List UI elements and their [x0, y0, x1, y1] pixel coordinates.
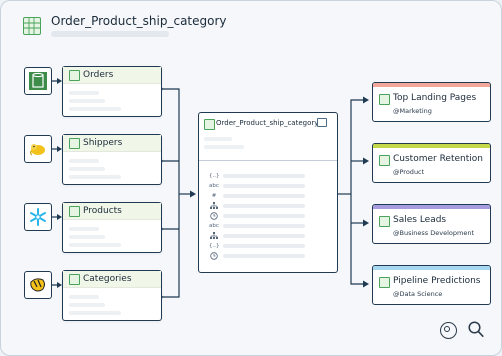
source-table-name: Products [83, 206, 122, 216]
lineage-canvas: Order_Product_ship_category Orders Shipp… [0, 0, 502, 356]
string-type-icon: abc [209, 183, 219, 189]
placeholder-line [69, 175, 121, 179]
table-icon [69, 138, 80, 149]
target-icon[interactable] [440, 322, 457, 339]
downstream-owner: @Product [393, 168, 425, 176]
search-icon[interactable] [468, 321, 484, 338]
card-accent-band [373, 144, 490, 148]
aws-redshift-icon[interactable] [24, 67, 52, 95]
downstream-title: Pipeline Predictions [393, 276, 481, 286]
downstream-title: Top Landing Pages [393, 93, 477, 103]
source-table-card[interactable]: Shippers [62, 134, 162, 185]
field-row [223, 224, 305, 228]
table-icon [69, 206, 80, 217]
source-table-card[interactable]: Products [62, 202, 162, 253]
table-icon [379, 94, 390, 105]
downstream-owner: @Marketing [393, 107, 432, 115]
field-row [223, 244, 305, 248]
sql-badge-icon[interactable] [317, 118, 327, 127]
source-table-name: Shippers [83, 138, 123, 148]
downstream-card[interactable]: Sales Leads @Business Development [372, 204, 491, 244]
table-icon [379, 216, 390, 227]
downstream-title: Customer Retention [393, 154, 483, 164]
placeholder-line [69, 107, 121, 111]
table-icon [204, 119, 215, 130]
object-type-icon: {..} [209, 243, 220, 249]
placeholder-line [69, 227, 99, 231]
placeholder-line [69, 311, 121, 315]
downstream-title: Sales Leads [393, 215, 447, 225]
placeholder-line [69, 295, 99, 299]
placeholder-line [69, 235, 105, 239]
downstream-card[interactable]: Customer Retention @Product [372, 143, 491, 183]
hadoop-elephant-icon[interactable] [24, 135, 52, 163]
downstream-owner: @Data Science [393, 290, 443, 298]
string-type-icon: abc [209, 223, 219, 229]
hierarchy-icon [209, 232, 219, 243]
field-row [223, 234, 305, 238]
hive-bee-icon[interactable] [24, 271, 52, 299]
field-row [223, 184, 305, 188]
placeholder-line [69, 99, 105, 103]
snowflake-icon[interactable] [24, 203, 52, 231]
downstream-card[interactable]: Top Landing Pages @Marketing [372, 82, 491, 122]
source-table-card[interactable]: Categories [62, 270, 162, 321]
table-icon [69, 70, 80, 81]
field-row [223, 194, 305, 198]
table-icon [379, 277, 390, 288]
downstream-card[interactable]: Pipeline Predictions @Data Science [372, 265, 491, 305]
divider [199, 160, 337, 161]
placeholder-line [69, 91, 99, 95]
placeholder-line [69, 243, 121, 247]
field-row [223, 214, 305, 218]
card-accent-band [373, 266, 490, 270]
object-type-icon: {..} [209, 173, 220, 179]
placeholder-line [204, 137, 232, 141]
source-table-name: Orders [83, 70, 114, 80]
table-icon [69, 274, 80, 285]
downstream-owner: @Business Development [393, 229, 474, 237]
placeholder-line [69, 159, 99, 163]
clock-icon [209, 252, 219, 263]
clock-icon [209, 212, 219, 223]
placeholder-line [69, 303, 105, 307]
field-row [223, 254, 305, 258]
field-row [223, 204, 305, 208]
placeholder-line [69, 167, 105, 171]
field-row [223, 174, 305, 178]
number-type-icon: # [211, 193, 217, 199]
card-accent-band [373, 205, 490, 209]
table-icon [379, 155, 390, 166]
target-table-name: Order_Product_ship_category [216, 119, 319, 127]
source-table-name: Categories [83, 274, 132, 284]
card-accent-band [373, 83, 490, 87]
source-table-card[interactable]: Orders [62, 66, 162, 117]
placeholder-line [204, 145, 244, 149]
target-table-card[interactable]: Order_Product_ship_category {..} abc # a… [198, 112, 338, 273]
